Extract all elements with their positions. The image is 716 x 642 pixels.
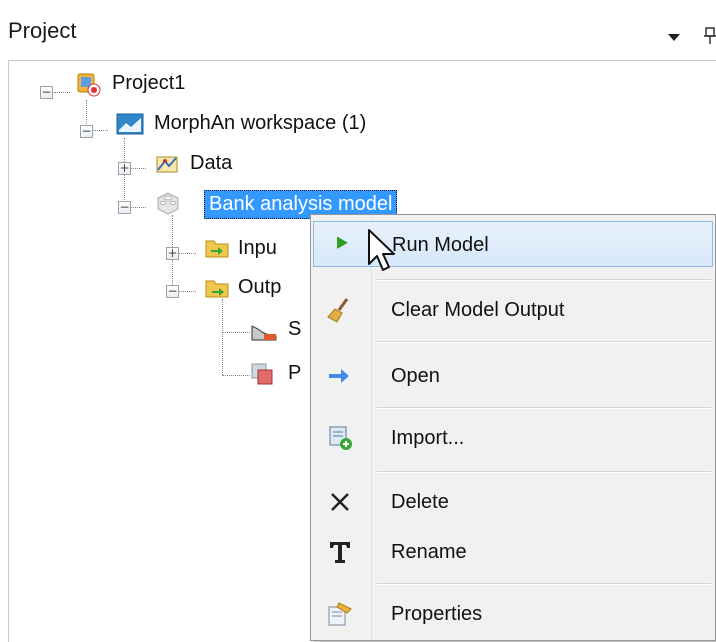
collapse-model-toggle[interactable]: −	[118, 201, 131, 214]
data-icon	[156, 156, 178, 173]
collapse-project-toggle[interactable]: −	[40, 86, 53, 99]
tree-line	[54, 92, 70, 93]
tree-node-output-child-2[interactable]: P	[288, 362, 301, 385]
open-arrow-icon	[329, 369, 349, 383]
menu-separator	[377, 407, 711, 409]
menu-item-delete[interactable]: Delete	[313, 479, 713, 525]
menu-separator	[377, 279, 711, 281]
tree-node-project[interactable]: Project1	[112, 72, 185, 95]
menu-label-open: Open	[391, 365, 440, 387]
menu-label-properties: Properties	[391, 603, 483, 625]
menu-separator	[377, 471, 711, 473]
run-icon	[337, 236, 348, 249]
menu-item-properties[interactable]: Properties	[313, 591, 713, 637]
dropdown-arrow-icon[interactable]	[668, 34, 680, 41]
panel-title: Project	[8, 18, 77, 43]
context-menu: Run Model Clear Model Output Open Import…	[310, 214, 716, 641]
collapse-output-toggle[interactable]: −	[166, 285, 179, 298]
import-icon	[329, 426, 352, 450]
output-folder-icon	[205, 280, 229, 298]
rename-icon	[330, 542, 350, 563]
menu-label-clear-output: Clear Model Output	[391, 299, 565, 321]
expand-input-toggle[interactable]: +	[166, 247, 179, 260]
workspace-icon	[116, 113, 144, 135]
model-icon	[157, 192, 179, 215]
collapse-workspace-toggle[interactable]: −	[80, 125, 93, 138]
menu-item-clear-output[interactable]: Clear Model Output	[313, 287, 713, 333]
expand-data-toggle[interactable]: +	[118, 162, 131, 175]
tree-line	[222, 332, 250, 333]
profile-chart-icon	[251, 325, 277, 341]
menu-item-rename[interactable]: Rename	[313, 529, 713, 575]
project-icon	[77, 73, 101, 97]
tree-node-input[interactable]: Inpu	[238, 237, 277, 260]
menu-item-open[interactable]: Open	[313, 353, 713, 399]
delete-icon	[331, 493, 349, 511]
tree-node-output-child-1[interactable]: S	[288, 318, 301, 341]
tree-line	[222, 375, 250, 376]
menu-label-run-model: Run Model	[392, 234, 489, 256]
menu-label-delete: Delete	[391, 491, 449, 513]
menu-label-import: Import...	[391, 427, 465, 449]
tree-node-workspace[interactable]: MorphAn workspace (1)	[154, 112, 366, 135]
tree-line	[222, 299, 223, 375]
properties-icon	[328, 602, 352, 626]
input-folder-icon	[205, 240, 229, 258]
menu-item-import[interactable]: Import...	[313, 415, 713, 461]
broom-icon	[327, 298, 349, 323]
tree-node-output[interactable]: Outp	[238, 276, 281, 299]
map-layer-icon	[251, 363, 273, 385]
menu-separator	[377, 583, 711, 585]
project-panel-header: Project	[0, 0, 716, 60]
menu-label-rename: Rename	[391, 541, 467, 563]
menu-separator	[377, 341, 711, 343]
tree-node-data[interactable]: Data	[190, 152, 232, 175]
mouse-cursor-icon	[368, 229, 395, 271]
pin-icon[interactable]	[704, 26, 716, 44]
